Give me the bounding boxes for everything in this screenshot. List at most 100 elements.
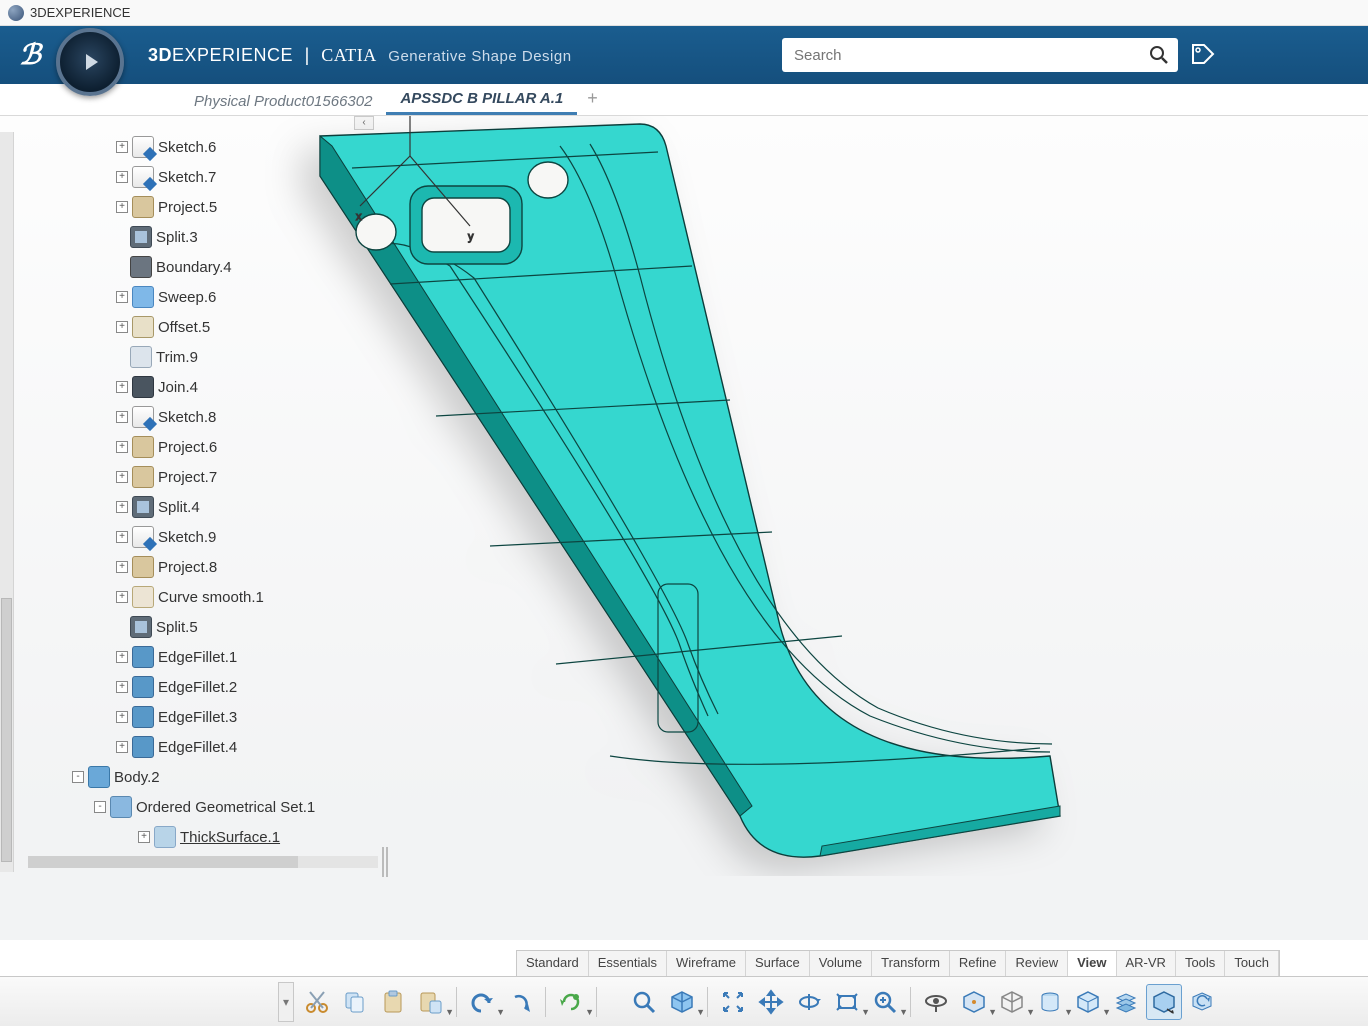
update-button[interactable]: ▼ <box>553 984 589 1020</box>
tree-expander[interactable]: + <box>116 321 128 333</box>
tree-item[interactable]: +Curve smooth.1 <box>28 582 378 612</box>
tree-item[interactable]: -Body.2 <box>28 762 378 792</box>
tree-hscroll-thumb[interactable] <box>28 856 298 868</box>
tree-item[interactable]: +Sketch.7 <box>28 162 378 192</box>
ribbon-tab-touch[interactable]: Touch <box>1225 951 1279 976</box>
paste-button[interactable] <box>375 984 411 1020</box>
redo-button[interactable] <box>502 984 538 1020</box>
ribbon-tab-review[interactable]: Review <box>1006 951 1068 976</box>
tree-expander[interactable]: + <box>116 531 128 543</box>
tree-item[interactable]: +Sweep.6 <box>28 282 378 312</box>
paste-special-button[interactable]: ▼ <box>413 984 449 1020</box>
ribbon-tab-tools[interactable]: Tools <box>1176 951 1225 976</box>
tree-resize-grip[interactable] <box>382 847 388 877</box>
rotate-button[interactable] <box>791 984 827 1020</box>
tree-item[interactable]: + Project.8 <box>28 552 378 582</box>
zoom-fit-button[interactable] <box>626 984 662 1020</box>
tree-item[interactable]: +EdgeFillet.3 <box>28 702 378 732</box>
capture-button[interactable] <box>1184 984 1220 1020</box>
tree-expander[interactable]: + <box>116 291 128 303</box>
ds-logo[interactable]: ℬ <box>0 26 60 84</box>
tree-item[interactable]: +Split.4 <box>28 492 378 522</box>
cut-button[interactable] <box>299 984 335 1020</box>
render-mode-button[interactable]: ▼ <box>994 984 1030 1020</box>
tree-expander[interactable]: + <box>116 561 128 573</box>
tree-item[interactable]: +Sketch.9 <box>28 522 378 552</box>
tab-physical-product[interactable]: Physical Product01566302 <box>180 87 386 115</box>
tree-expander[interactable]: + <box>116 381 128 393</box>
tree-expander[interactable]: + <box>116 741 128 753</box>
pan-button[interactable] <box>753 984 789 1020</box>
tree-resize-bar[interactable] <box>28 854 388 870</box>
tree-expander[interactable]: + <box>116 501 128 513</box>
tab-apssdc-b-pillar[interactable]: APSSDC B PILLAR A.1 <box>386 84 577 115</box>
ribbon-tab-wireframe[interactable]: Wireframe <box>667 951 746 976</box>
perspective-button[interactable] <box>1146 984 1182 1020</box>
part-geometry[interactable]: x y <box>260 116 1080 876</box>
tree-item[interactable]: +Offset.5 <box>28 312 378 342</box>
ribbon-tab-surface[interactable]: Surface <box>746 951 810 976</box>
tree-item[interactable]: +Join.4 <box>28 372 378 402</box>
tree-item[interactable]: +Project.6 <box>28 432 378 462</box>
tree-expander[interactable]: + <box>116 681 128 693</box>
tree-expander[interactable]: + <box>116 171 128 183</box>
layers-button[interactable] <box>1108 984 1144 1020</box>
tree-label: Project.8 <box>158 559 217 576</box>
tag-icon[interactable] <box>1190 42 1216 73</box>
walk-mode-button[interactable]: ▼ <box>956 984 992 1020</box>
ribbon-tab-ar-vr[interactable]: AR-VR <box>1117 951 1176 976</box>
spec-tree[interactable]: +Sketch.6+Sketch.7+Project.5Split.3 Bound… <box>28 132 378 872</box>
tree-item[interactable]: Split.3 <box>28 222 378 252</box>
look-at-button[interactable]: ▼ <box>829 984 865 1020</box>
search-box[interactable] <box>782 38 1178 72</box>
tree-item[interactable]: +EdgeFillet.2 <box>28 672 378 702</box>
tree-expander[interactable]: + <box>116 471 128 483</box>
ribbon-tab-transform[interactable]: Transform <box>872 951 950 976</box>
view-box-button[interactable]: ▼ <box>1070 984 1106 1020</box>
tree-expander[interactable]: + <box>116 591 128 603</box>
tree-expander[interactable]: + <box>116 441 128 453</box>
fly-mode-button[interactable] <box>918 984 954 1020</box>
feature-icon <box>132 736 154 758</box>
search-icon[interactable] <box>1140 38 1178 72</box>
view-cylinder-button[interactable]: ▼ <box>1032 984 1068 1020</box>
tree-item[interactable]: + EdgeFillet.4 <box>28 732 378 762</box>
ribbon-tab-standard[interactable]: Standard <box>517 951 589 976</box>
ribbon-tab-essentials[interactable]: Essentials <box>589 951 667 976</box>
tree-item[interactable]: Split.5 <box>28 612 378 642</box>
tree-expander[interactable]: - <box>94 801 106 813</box>
tree-vscroll[interactable] <box>0 132 14 872</box>
tree-expander[interactable]: + <box>116 651 128 663</box>
iso-view-button[interactable]: ▼ <box>664 984 700 1020</box>
tree-label: EdgeFillet.4 <box>158 739 237 756</box>
tree-item[interactable]: -Ordered Geometrical Set.1 <box>28 792 378 822</box>
tree-item[interactable]: +Sketch.6 <box>28 132 378 162</box>
tree-expander[interactable]: + <box>116 411 128 423</box>
toolbar-expand-handle[interactable]: ▾ <box>278 982 294 1022</box>
ribbon-tab-view[interactable]: View <box>1068 951 1116 976</box>
copy-button[interactable] <box>337 984 373 1020</box>
tree-expander[interactable]: + <box>116 711 128 723</box>
tree-item[interactable]: Trim.9 <box>28 342 378 372</box>
tree-item[interactable]: +ThickSurface.1 <box>28 822 378 852</box>
tree-expander[interactable]: + <box>116 201 128 213</box>
tree-expander[interactable]: + <box>116 141 128 153</box>
tree-item[interactable]: +Project.7 <box>28 462 378 492</box>
compass-widget[interactable] <box>56 28 124 96</box>
tree-label: Boundary.4 <box>156 259 232 276</box>
tree-item[interactable]: Boundary.4 <box>28 252 378 282</box>
search-input[interactable] <box>782 47 1140 64</box>
ribbon-tab-volume[interactable]: Volume <box>810 951 872 976</box>
tree-hscroll[interactable] <box>28 856 378 868</box>
fit-all-button[interactable] <box>715 984 751 1020</box>
ribbon-tab-refine[interactable]: Refine <box>950 951 1007 976</box>
tree-item[interactable]: +Project.5 <box>28 192 378 222</box>
tree-item[interactable]: +EdgeFillet.1 <box>28 642 378 672</box>
tree-item[interactable]: +Sketch.8 <box>28 402 378 432</box>
tree-vscroll-thumb[interactable] <box>1 598 12 862</box>
add-tab-button[interactable]: + <box>577 82 608 115</box>
undo-button[interactable]: ▼ <box>464 984 500 1020</box>
zoom-button[interactable]: ▼ <box>867 984 903 1020</box>
tree-expander[interactable]: + <box>138 831 150 843</box>
tree-expander[interactable]: - <box>72 771 84 783</box>
